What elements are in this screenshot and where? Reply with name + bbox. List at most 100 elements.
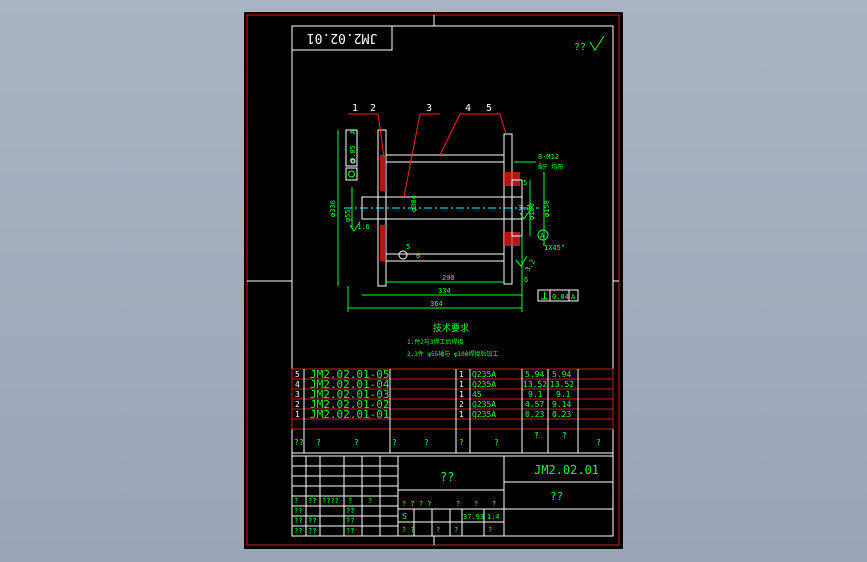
sign-label: ?? <box>308 527 316 535</box>
bom-material: Q235A <box>472 370 496 379</box>
grade-label: ? <box>492 500 496 508</box>
bom-no: 5 <box>295 370 300 379</box>
thread-note: 8-M12 <box>538 153 559 161</box>
sheet-label: ? ? <box>402 526 415 534</box>
leader-5 <box>499 113 507 135</box>
leader-2 <box>377 113 385 158</box>
title-drawing-number: JM2.02.01 <box>534 463 599 477</box>
bom-unit-weight: 0.23 <box>525 410 544 419</box>
note-1: 1.件2与3焊工后焊接 <box>407 338 463 346</box>
sign-cell: ? <box>368 497 372 505</box>
scale-weight: 37.93 <box>463 513 484 521</box>
weld-symbol-icon <box>398 250 408 260</box>
left-hub-hatch <box>380 155 386 191</box>
bom-material: 45 <box>472 390 482 399</box>
bom-no: 2 <box>295 400 300 409</box>
bom-code: JM2.02.01-01 <box>310 408 389 421</box>
bom-qty: 1 <box>459 390 464 399</box>
bom-unit-weight: 5.94 <box>525 370 544 379</box>
bom-total-weight: 9.1 <box>556 390 571 399</box>
perp-value: 0.04 <box>552 293 569 301</box>
grade-label: ? ? ? ? <box>402 500 432 508</box>
bom-header-cell: ?? <box>294 438 304 447</box>
sheet-label: ? <box>488 526 492 534</box>
bill-of-materials: 5 JM2.02.01-05 1 Q235A 5.94 5.94 4 JM2.0… <box>291 368 614 454</box>
sign-cell: ? <box>294 497 298 505</box>
sign-label: ?? <box>294 517 302 525</box>
dim-364: 364 <box>430 300 443 308</box>
sign-label: ?? <box>294 507 302 515</box>
sign-label: ?? <box>346 527 354 535</box>
sign-label: ?? <box>308 517 316 525</box>
perpendicular-icon <box>541 292 548 300</box>
sign-cell: ?? <box>308 497 316 505</box>
cylindricity-icon <box>348 170 355 178</box>
cylindricity-frame <box>345 167 358 181</box>
drawing-canvas: JM2.02.01 ?? 1 2 3 4 5 0.05 A φ336 φ55 1… <box>244 12 623 549</box>
bom-header-cell: ? <box>424 438 429 447</box>
bom-header-row: ?? ? ? ? ? ? ? ? ? ? <box>294 431 601 447</box>
dim-336: φ336 <box>329 200 337 217</box>
sign-label: ?? <box>346 517 354 525</box>
bom-total-weight: 9.14 <box>552 400 571 409</box>
sign-cell: ? <box>348 497 352 505</box>
dim-304: φ304 <box>410 195 418 212</box>
bom-header-cell: ? <box>316 438 321 447</box>
bom-header-cell: ? <box>459 438 464 447</box>
cad-drawing: JM2.02.01 ?? 1 2 3 4 5 0.05 A φ336 φ55 1… <box>246 14 620 546</box>
bom-total-weight: 5.94 <box>552 370 571 379</box>
sign-label: ?? <box>346 507 354 515</box>
bom-material: Q235A <box>472 400 496 409</box>
bom-header-cell: ? <box>392 438 397 447</box>
scale-ratio: 1:4 <box>487 513 500 521</box>
balloon-1: 1 <box>352 103 358 114</box>
balloon-3: 3 <box>426 103 432 114</box>
bom-header-cell: ? <box>534 431 539 440</box>
balloon-4: 4 <box>465 103 471 114</box>
balloon-2: 2 <box>370 103 376 114</box>
bom-qty: 1 <box>459 410 464 419</box>
bom-no: 1 <box>295 410 300 419</box>
sheet-label: ? <box>436 526 440 534</box>
note-2: 2.3件 φ55轴与 φ100焊接后加工 <box>407 350 498 358</box>
bom-qty: 1 <box>459 370 464 379</box>
bom-header-cell: ? <box>596 438 601 447</box>
roughness-corner-mark: ?? <box>574 42 586 53</box>
sign-label: ?? <box>294 527 302 535</box>
bom-qty: 1 <box>459 380 464 389</box>
bom-total-weight: 13.52 <box>550 380 574 389</box>
thread-note-2: 配F 均布 <box>538 163 563 171</box>
scale-stage: S <box>402 512 407 521</box>
dim-6-lower: 6 <box>416 252 420 260</box>
notes-title: 技术要求 <box>433 322 469 334</box>
dim-5-lower: 5 <box>406 243 410 251</box>
perp-ref: A <box>571 293 576 301</box>
bom-material: Q235A <box>472 380 496 389</box>
sign-cell: ???? <box>322 497 339 505</box>
bom-qty: 2 <box>459 400 464 409</box>
balloon-5: 5 <box>486 103 492 114</box>
dim-334: 334 <box>438 287 451 295</box>
dim-5-right: 5 <box>523 179 527 187</box>
grade-label: ? <box>474 500 478 508</box>
grade-label: ? <box>456 500 460 508</box>
company-name: ?? <box>550 490 563 503</box>
bom-no: 3 <box>295 390 300 399</box>
sheet-label: ? <box>454 526 458 534</box>
roughness-symbol-icon <box>589 35 605 51</box>
bom-header-cell: ? <box>354 438 359 447</box>
right-flange <box>503 133 513 285</box>
bom-unit-weight: 9.1 <box>528 390 543 399</box>
dim-298: 298 <box>442 274 455 282</box>
bom-total-weight: 0.23 <box>552 410 571 419</box>
left-hub-hatch-lower <box>380 225 386 261</box>
dim-150: φ150 <box>543 200 551 217</box>
roughness-3-2a: 3.2 <box>518 204 531 212</box>
bom-header-cell: ? <box>494 438 499 447</box>
leader-4 <box>439 113 461 156</box>
dim-6-right: 6 <box>524 276 528 284</box>
bom-material: Q235A <box>472 410 496 419</box>
assembly-section-view: 1 2 3 4 5 0.05 A φ336 φ55 1.6 φ304 8-M12… <box>329 103 579 312</box>
dim-55: φ55 <box>344 209 352 222</box>
chamfer-note: 1X45° <box>544 244 565 252</box>
